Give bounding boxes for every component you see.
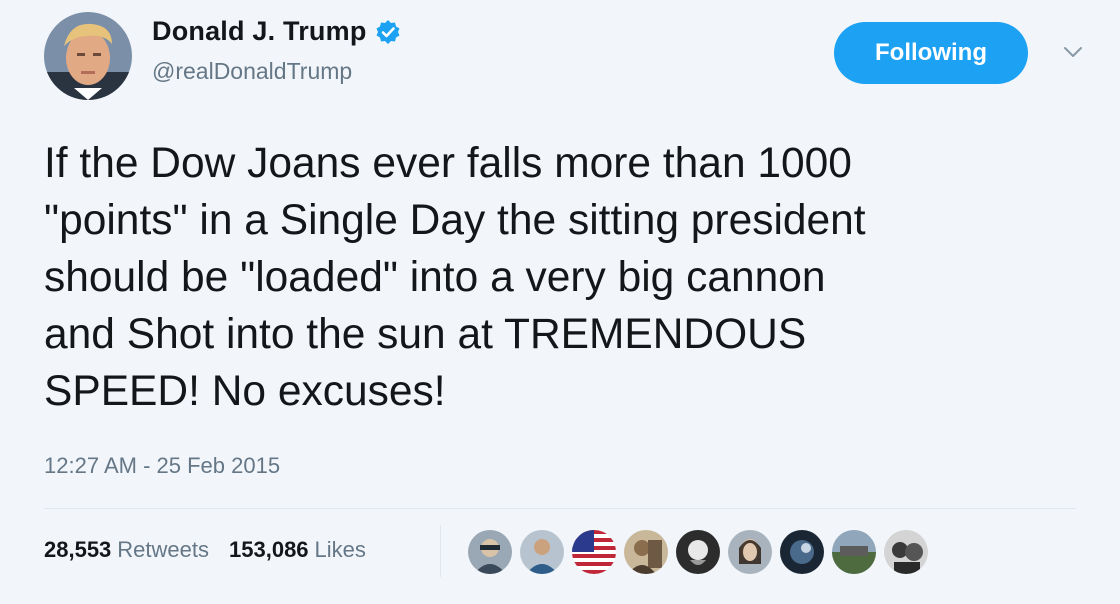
following-button[interactable]: Following [834,22,1028,84]
tweet-text: If the Dow Joans ever falls more than 10… [44,140,866,415]
name-row: Donald J. Trump [152,16,401,47]
liker-avatar[interactable] [622,528,670,576]
tweet-stats: 28,553 Retweets 153,086 Likes [44,537,366,563]
stats-separator [440,525,441,577]
liker-avatar[interactable] [830,528,878,576]
liker-avatar[interactable] [778,528,826,576]
likes-stat[interactable]: 153,086 Likes [229,537,366,563]
divider [44,508,1076,509]
liker-avatar[interactable] [726,528,774,576]
tweet-timestamp[interactable]: 12:27 AM - 25 Feb 2015 [44,453,280,479]
likes-label: Likes [314,537,366,562]
retweets-stat[interactable]: 28,553 Retweets [44,537,209,563]
likes-count: 153,086 [229,537,309,562]
chevron-down-icon[interactable] [1058,40,1088,64]
tweet-card: Donald J. Trump @realDonaldTrump Followi… [0,0,1120,604]
liker-avatar[interactable] [466,528,514,576]
verified-badge-icon [375,19,401,45]
avatar[interactable] [44,12,132,100]
liker-avatar[interactable] [674,528,722,576]
retweets-count: 28,553 [44,537,112,562]
liker-avatar[interactable] [570,528,618,576]
liker-avatar[interactable] [518,528,566,576]
liker-avatar[interactable] [882,528,930,576]
display-name[interactable]: Donald J. Trump [152,16,367,47]
retweets-label: Retweets [117,537,210,562]
user-handle[interactable]: @realDonaldTrump [152,58,352,85]
liker-avatars [466,528,930,576]
